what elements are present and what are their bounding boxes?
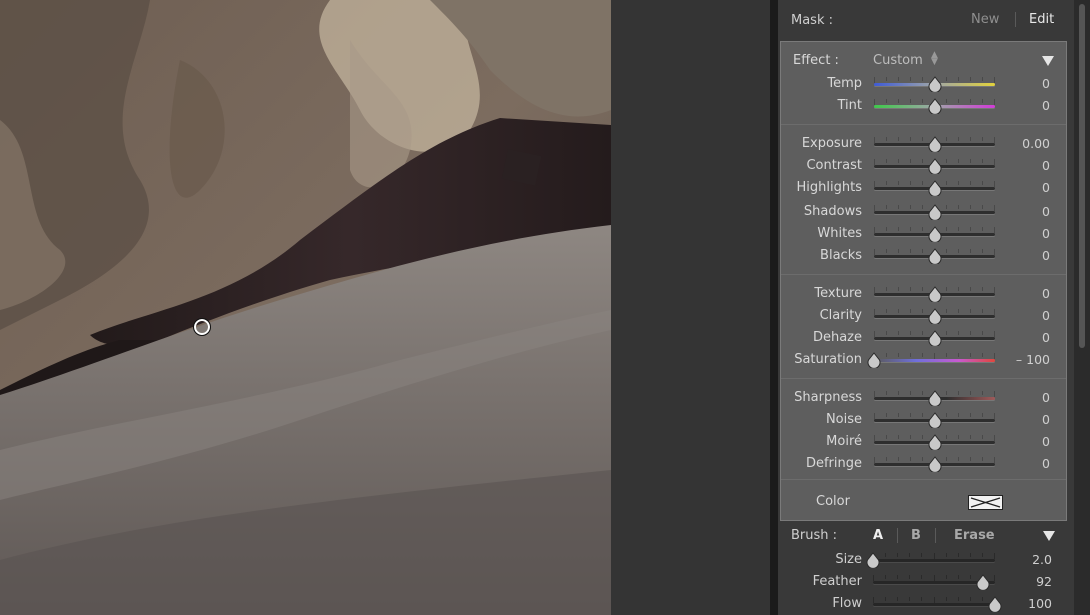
feather-value[interactable]: 92 (1036, 574, 1052, 589)
slider-row-defringe: Defringe 0 (781, 454, 1066, 474)
contrast-value[interactable]: 0 (1042, 158, 1050, 173)
moire-value[interactable]: 0 (1042, 434, 1050, 449)
flow-slider-track[interactable] (873, 603, 995, 606)
flow-label: Flow (832, 596, 862, 611)
texture-label: Texture (814, 286, 862, 301)
slider-row-clarity: Clarity 0 (781, 306, 1066, 326)
size-label: Size (835, 552, 862, 567)
preset-updown-icon[interactable]: ▲ ▼ (931, 51, 938, 67)
slider-row-highlights: Highlights 0 (781, 178, 1066, 198)
whites-value[interactable]: 0 (1042, 226, 1050, 241)
saturation-slider-track[interactable] (874, 359, 995, 362)
effect-section: Effect : Custom ▲ ▼ Temp 0 Tint 0 Exposure 0.0… (780, 41, 1067, 521)
slider-row-texture: Texture 0 (781, 284, 1066, 304)
tint-label: Tint (837, 98, 863, 113)
canvas-background (611, 0, 770, 615)
shadows-label: Shadows (803, 204, 862, 219)
dehaze-label: Dehaze (812, 330, 862, 345)
size-slider-track[interactable] (873, 559, 995, 562)
dehaze-value[interactable]: 0 (1042, 330, 1050, 345)
section-divider (781, 124, 1066, 125)
section-divider (781, 378, 1066, 379)
mask-label: Mask : (791, 13, 833, 28)
effect-collapse-icon[interactable] (1042, 56, 1054, 66)
exposure-label: Exposure (801, 136, 862, 151)
defringe-label: Defringe (805, 456, 862, 471)
color-label: Color (816, 494, 850, 509)
slider-row-shadows: Shadows 0 (781, 202, 1066, 222)
panel-edge (770, 0, 778, 615)
section-divider (781, 274, 1066, 275)
scrollbar-thumb[interactable] (1079, 4, 1085, 348)
color-swatch[interactable] (968, 495, 1003, 510)
saturation-value[interactable]: – 100 (1016, 352, 1050, 367)
texture-value[interactable]: 0 (1042, 286, 1050, 301)
slider-row-moire: Moiré 0 (781, 432, 1066, 452)
clarity-label: Clarity (819, 308, 862, 323)
slider-row-noise: Noise 0 (781, 410, 1066, 430)
photo-canvas[interactable] (0, 0, 611, 615)
flow-value[interactable]: 100 (1028, 596, 1052, 611)
slider-row-flow: Flow 100 (778, 594, 1074, 614)
shadows-value[interactable]: 0 (1042, 204, 1050, 219)
defringe-value[interactable]: 0 (1042, 456, 1050, 471)
clarity-value[interactable]: 0 (1042, 308, 1050, 323)
slider-row-exposure: Exposure 0.00 (781, 134, 1066, 154)
mask-edit-button[interactable]: Edit (1029, 12, 1054, 27)
effect-preset-select[interactable]: Custom (873, 53, 923, 68)
brush-label: Brush : (791, 528, 838, 543)
brush-a-button[interactable]: A (873, 528, 883, 543)
tint-value[interactable]: 0 (1042, 98, 1050, 113)
slider-row-saturation: Saturation – 100 (781, 350, 1066, 370)
noise-value[interactable]: 0 (1042, 412, 1050, 427)
mask-separator (1015, 12, 1016, 27)
slider-row-feather: Feather 92 (778, 572, 1074, 592)
moire-label: Moiré (826, 434, 862, 449)
contrast-label: Contrast (806, 158, 862, 173)
highlights-value[interactable]: 0 (1042, 180, 1050, 195)
slider-row-dehaze: Dehaze 0 (781, 328, 1066, 348)
highlights-label: Highlights (796, 180, 862, 195)
mask-new-button[interactable]: New (971, 12, 999, 27)
size-value[interactable]: 2.0 (1032, 552, 1052, 567)
slider-row-contrast: Contrast 0 (781, 156, 1066, 176)
brush-separator (935, 528, 936, 543)
slider-row-size: Size 2.0 (778, 550, 1074, 570)
brush-header: Brush : A B Erase (778, 524, 1074, 548)
blacks-value[interactable]: 0 (1042, 248, 1050, 263)
temp-value[interactable]: 0 (1042, 76, 1050, 91)
slider-row-blacks: Blacks 0 (781, 246, 1066, 266)
section-divider (781, 479, 1066, 480)
brush-collapse-icon[interactable] (1043, 531, 1055, 541)
blacks-label: Blacks (820, 248, 862, 263)
brush-erase-button[interactable]: Erase (954, 528, 995, 543)
whites-label: Whites (817, 226, 862, 241)
brush-b-button[interactable]: B (911, 528, 921, 543)
brush-separator (897, 528, 898, 543)
slider-row-whites: Whites 0 (781, 224, 1066, 244)
effect-label: Effect : (793, 53, 839, 68)
saturation-label: Saturation (794, 352, 862, 367)
slider-row-tint: Tint 0 (781, 96, 1066, 116)
sharpness-value[interactable]: 0 (1042, 390, 1050, 405)
exposure-value[interactable]: 0.00 (1022, 136, 1050, 151)
sharpness-label: Sharpness (794, 390, 862, 405)
slider-row-sharpness: Sharpness 0 (781, 388, 1066, 408)
local-adjustment-panel: Mask : New Edit Effect : Custom ▲ ▼ Temp 0… (778, 0, 1074, 615)
feather-label: Feather (812, 574, 862, 589)
mask-header: Mask : New Edit (778, 0, 1074, 40)
noise-label: Noise (825, 412, 862, 427)
temp-label: Temp (827, 76, 862, 91)
slider-row-temp: Temp 0 (781, 74, 1066, 94)
